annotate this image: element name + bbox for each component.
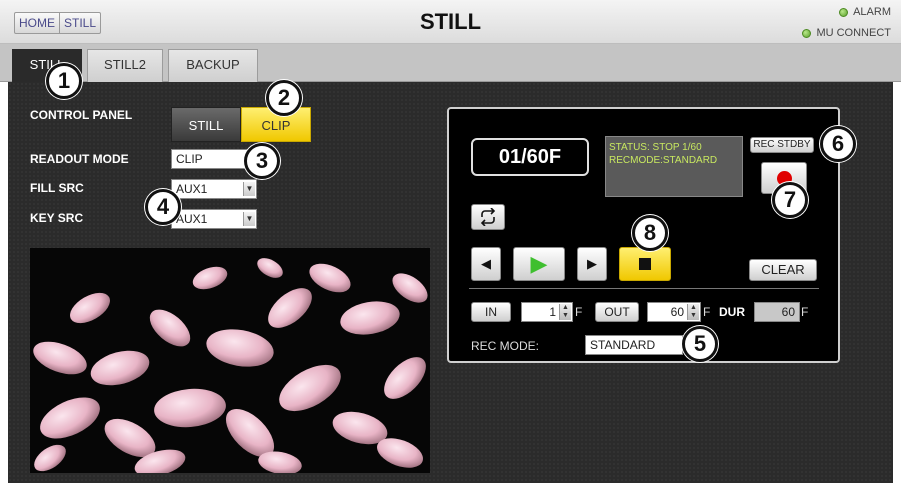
main-area: CONTROL PANEL STILL CLIP READOUT MODE CL…: [8, 82, 893, 483]
key-src-label: KEY SRC: [30, 211, 84, 225]
callout-8: 8: [632, 215, 668, 251]
chevron-down-icon[interactable]: ▼: [243, 182, 255, 196]
callout-6: 6: [820, 126, 856, 162]
clip-preview-image: [30, 248, 430, 473]
breadcrumb: HOME STILL: [14, 12, 102, 34]
control-panel-label: CONTROL PANEL: [30, 108, 133, 122]
top-bar: HOME STILL STILL ALARM MU CONNECT: [0, 0, 901, 44]
spinner-icon[interactable]: ▲ ▼: [687, 304, 699, 320]
readout-mode-label: READOUT MODE: [30, 152, 129, 166]
loop-button[interactable]: [471, 204, 505, 230]
alarm-label: ALARM: [853, 6, 891, 18]
loop-icon: [480, 207, 496, 227]
dur-label: DUR: [719, 305, 745, 319]
in-frame-input[interactable]: 1 ▲ ▼: [521, 302, 573, 322]
step-back-button[interactable]: ◀: [471, 247, 501, 281]
out-frame-input[interactable]: 60 ▲ ▼: [647, 302, 701, 322]
page-title: STILL: [419, 9, 482, 34]
step-forward-icon: ▶: [587, 256, 597, 271]
play-icon: ▶: [530, 251, 548, 276]
petals-image: [30, 248, 430, 473]
key-src-select[interactable]: AUX1 ▼: [171, 209, 257, 229]
stop-icon: [639, 258, 651, 270]
callout-5: 5: [682, 326, 718, 362]
callout-4: 4: [145, 189, 181, 225]
in-button[interactable]: IN: [471, 302, 511, 322]
breadcrumb-still[interactable]: STILL: [59, 13, 100, 33]
dur-unit-label: F: [801, 305, 809, 319]
callout-7: 7: [772, 182, 808, 218]
tab-bar: STILL STILL2 BACKUP: [0, 44, 901, 82]
alarm-indicator: ALARM: [839, 6, 891, 18]
tab-backup[interactable]: BACKUP: [168, 49, 258, 82]
out-unit-label: F: [703, 305, 711, 319]
play-button[interactable]: ▶: [513, 247, 565, 281]
callout-1: 1: [46, 63, 82, 99]
fill-src-value: AUX1: [176, 182, 208, 196]
mu-connect-led-icon: [802, 28, 812, 38]
clear-button[interactable]: CLEAR: [749, 259, 817, 281]
key-src-value: AUX1: [176, 212, 208, 226]
divider: [469, 288, 819, 289]
in-unit-label: F: [575, 305, 583, 319]
duration-field: 60: [754, 302, 800, 322]
alarm-led-icon: [839, 7, 849, 17]
tab-still2[interactable]: STILL2: [87, 49, 163, 82]
out-button[interactable]: OUT: [595, 302, 639, 322]
rec-mode-label: REC MODE:: [471, 339, 540, 353]
step-forward-button[interactable]: ▶: [577, 247, 607, 281]
spinner-icon[interactable]: ▲ ▼: [559, 304, 571, 320]
readout-mode-field: CLIP: [171, 149, 251, 169]
status-display: STATUS: STOP 1/60 RECMODE:STANDARD: [605, 136, 743, 197]
rec-mode-field[interactable]: STANDARD: [585, 335, 683, 355]
chevron-down-icon[interactable]: ▼: [243, 212, 255, 226]
callout-3: 3: [244, 143, 280, 179]
in-frame-value: 1: [549, 305, 556, 319]
status-line: STATUS: STOP 1/60: [609, 142, 702, 153]
frame-counter: 01/60F: [471, 138, 589, 176]
fill-src-select[interactable]: AUX1 ▼: [171, 179, 257, 199]
recmode-line: RECMODE:STANDARD: [609, 155, 718, 166]
still-mode-button[interactable]: STILL: [171, 107, 241, 142]
breadcrumb-home[interactable]: HOME: [15, 13, 59, 33]
mu-connect-label: MU CONNECT: [816, 27, 891, 39]
mu-connect-indicator: MU CONNECT: [802, 27, 891, 39]
callout-2: 2: [266, 80, 302, 116]
fill-src-label: FILL SRC: [30, 181, 84, 195]
step-back-icon: ◀: [481, 256, 491, 271]
rec-stdby-button[interactable]: REC STDBY: [750, 137, 814, 153]
stop-button[interactable]: [619, 247, 671, 281]
out-frame-value: 60: [670, 305, 684, 319]
